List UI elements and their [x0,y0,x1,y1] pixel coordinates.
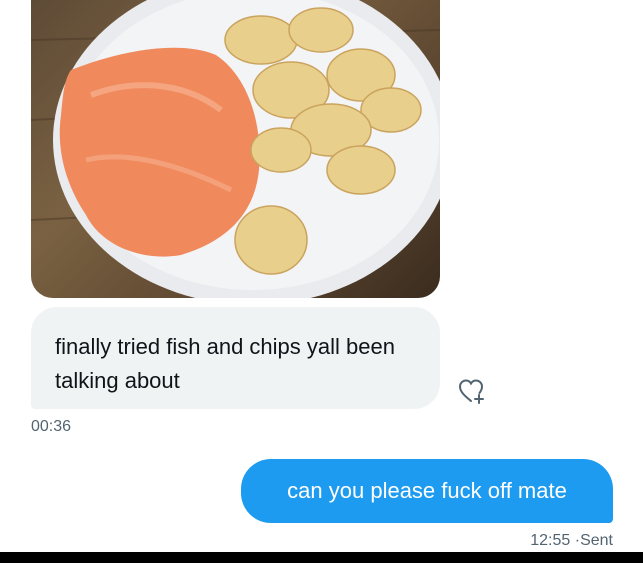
bottom-edge-bar [0,552,643,563]
received-message-text: finally tried fish and chips yall been t… [55,334,395,393]
sent-status: Sent [580,532,613,549]
sent-timestamp: 12:55 [530,532,571,549]
heart-plus-icon[interactable] [457,377,485,405]
received-timestamp: 00:36 [31,418,72,435]
message-photo[interactable] [31,0,440,298]
sent-meta: 12:55 ·Sent [530,532,613,550]
sent-message-text: can you please fuck off mate [287,478,567,503]
photo-image [31,0,440,298]
sent-message-bubble[interactable]: can you please fuck off mate [241,459,613,523]
received-message-bubble[interactable]: finally tried fish and chips yall been t… [31,307,440,409]
